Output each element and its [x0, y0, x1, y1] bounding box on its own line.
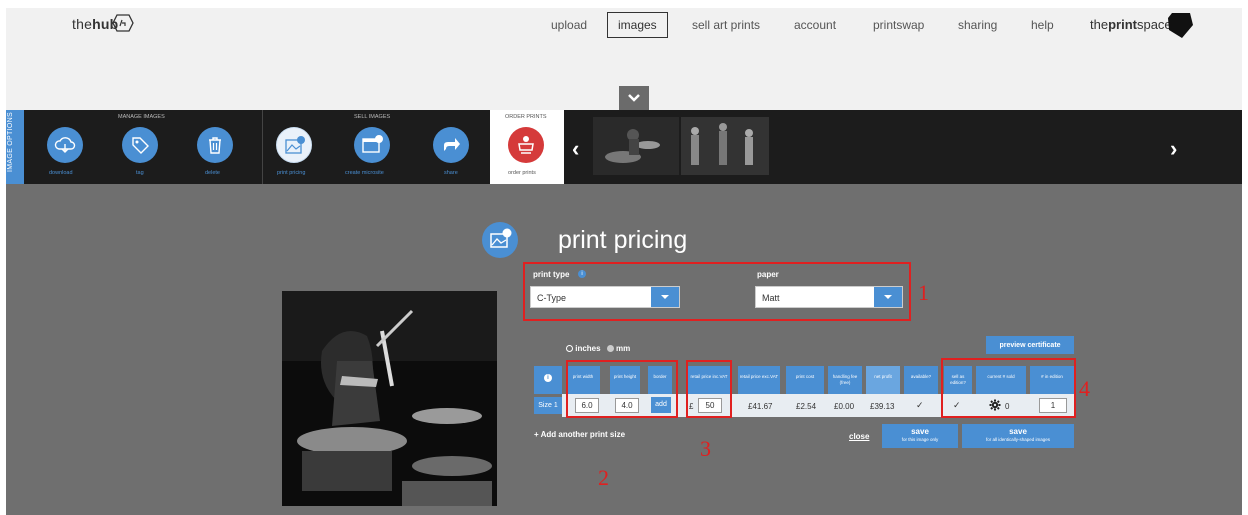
nav-sell-art-prints[interactable]: sell art prints	[692, 18, 760, 32]
print-cost-value: £2.54	[796, 402, 817, 411]
brand-bold: print	[1108, 17, 1137, 32]
units-inches: inches	[575, 344, 601, 353]
annotation-box-3	[686, 360, 732, 418]
annotation-1: 1	[918, 280, 929, 305]
create-microsite-button[interactable]	[354, 127, 390, 163]
thehub-logo-icon	[112, 14, 134, 32]
annotation-box-2	[566, 360, 678, 418]
units-selector[interactable]: inches mm	[566, 344, 630, 353]
preview-certificate-button[interactable]: preview certificate	[986, 336, 1074, 354]
cloud-download-icon	[54, 137, 76, 153]
brand-prefix: the	[1090, 17, 1109, 32]
delete-button[interactable]	[197, 127, 233, 163]
save-this-image-button[interactable]: save for this image only	[882, 424, 958, 448]
nav-help[interactable]: help	[1031, 18, 1054, 32]
download-label: download	[49, 170, 73, 176]
units-mm: mm	[616, 344, 631, 353]
carousel-prev-icon[interactable]: ‹	[572, 136, 579, 162]
order-prints-button[interactable]	[508, 127, 544, 163]
nav-account[interactable]: account	[794, 18, 836, 32]
tag-icon	[132, 137, 149, 154]
selected-photo	[282, 291, 497, 506]
tag-button[interactable]	[122, 127, 158, 163]
col-available: available?	[904, 366, 938, 394]
save-label: save	[1009, 427, 1027, 436]
annotation-2: 2	[598, 465, 609, 490]
download-button[interactable]	[47, 127, 83, 163]
options-divider	[262, 110, 263, 184]
page-title: print pricing	[558, 226, 688, 254]
annotation-box-1	[523, 262, 911, 321]
manage-images-heading: MANAGE IMAGES	[118, 114, 165, 120]
info-icon: i	[544, 374, 552, 382]
logo-prefix: the	[72, 16, 93, 32]
col-retail-exc-vat: retail price exc.VAT	[738, 366, 780, 394]
print-pricing-button[interactable]	[276, 127, 312, 163]
thumbnail-2-image	[681, 117, 769, 175]
col-print-cost: print cost	[786, 366, 824, 394]
close-link[interactable]: close	[849, 432, 869, 441]
print-pricing-label: print pricing	[277, 170, 306, 176]
nav-images[interactable]: images	[607, 12, 668, 38]
col-handling-fee: handling fee (free)	[828, 366, 862, 394]
theprintspace-brand[interactable]: theprintspace	[1090, 17, 1172, 32]
thumbnail-1-image	[593, 117, 679, 175]
nav-upload[interactable]: upload	[551, 18, 587, 32]
save-all-images-sublabel: for all identically-shaped images	[985, 437, 1051, 442]
radio-mm-icon[interactable]	[606, 345, 614, 352]
chevron-down-icon	[628, 94, 640, 102]
thumbnail-1[interactable]	[593, 117, 679, 175]
order-prints-label: order prints	[508, 170, 536, 176]
net-profit-value: £39.13	[870, 402, 895, 411]
tag-label: tag	[136, 170, 144, 176]
retail-exc-vat-value: £41.67	[748, 402, 773, 411]
collapse-options-button[interactable]	[619, 86, 649, 110]
share-icon	[444, 138, 460, 151]
available-checkbox[interactable]: ✓	[916, 400, 924, 411]
save-label: save	[911, 427, 929, 436]
create-microsite-label: create microsite	[345, 170, 384, 176]
image-options-label: IMAGE OPTIONS	[7, 112, 14, 172]
image-options-tab[interactable]: IMAGE OPTIONS	[6, 110, 24, 184]
theprintspace-logo-icon	[1168, 13, 1193, 38]
annotation-3: 3	[700, 436, 711, 461]
nav-printswap[interactable]: printswap	[873, 18, 924, 32]
sell-images-heading: SELL IMAGES	[354, 114, 391, 120]
save-all-images-button[interactable]: save for all identically-shaped images	[962, 424, 1074, 448]
share-label: share	[444, 170, 458, 176]
radio-inches-icon[interactable]	[566, 345, 573, 352]
drummer-photo	[282, 291, 497, 506]
delete-label: delete	[205, 170, 220, 176]
handling-fee-value: £0.00	[834, 402, 855, 411]
annotation-4: 4	[1079, 376, 1090, 401]
col-net-profit: net profit	[866, 366, 900, 394]
trash-icon	[209, 137, 221, 154]
cart-icon	[518, 136, 534, 154]
app-window: thehub upload images sell art prints acc…	[0, 0, 1248, 515]
add-print-size-link[interactable]: + Add another print size	[534, 430, 625, 439]
annotation-box-4	[941, 358, 1076, 418]
size-row-label: Size 1	[534, 397, 562, 414]
print-pricing-icon	[482, 222, 518, 258]
preview-certificate-label: preview certificate	[999, 342, 1061, 349]
share-button[interactable]	[433, 127, 469, 163]
image-price-icon	[285, 136, 305, 154]
microsite-icon	[362, 135, 383, 153]
save-this-image-sublabel: for this image only	[901, 437, 939, 442]
nav-sharing[interactable]: sharing	[958, 18, 997, 32]
table-info-header[interactable]: i	[534, 366, 562, 394]
carousel-next-icon[interactable]: ›	[1170, 136, 1177, 162]
thumbnail-2[interactable]	[681, 117, 769, 175]
order-prints-heading: ORDER PRINTS	[505, 114, 547, 120]
image-price-icon-large	[490, 228, 512, 248]
